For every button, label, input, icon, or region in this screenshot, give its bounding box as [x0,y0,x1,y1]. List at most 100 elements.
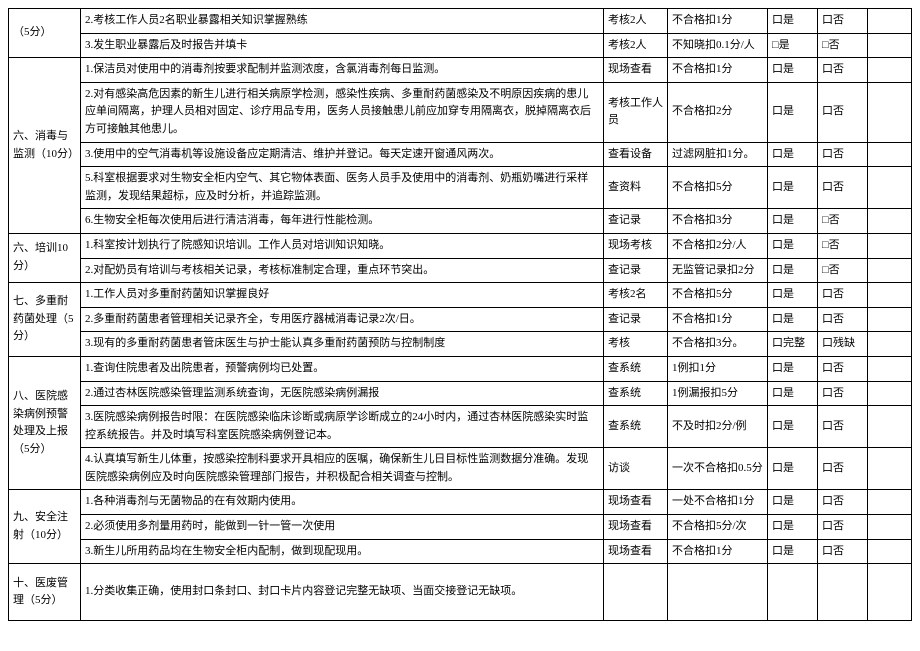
table-row: 2.多重耐药菌患者管理相关记录齐全，专用医疗器械消毒记录2次/日。 查记录 不合… [9,307,912,332]
checkbox-no[interactable]: 口否 [818,142,868,167]
penalty-cell: 不合格扣3分 [668,209,768,234]
checkbox-no[interactable]: 口否 [818,406,868,448]
content-cell: 3.新生儿所用药品均在生物安全柜内配制，做到现配现用。 [81,539,604,564]
checkbox-yes[interactable]: 口是 [768,209,818,234]
checkbox-incomplete[interactable]: 口残缺 [818,332,868,357]
checkbox-yes[interactable]: 口是 [768,515,818,540]
method-cell: 考核2人 [604,9,668,34]
extra-cell [868,283,912,308]
penalty-cell: 1例漏报扣5分 [668,381,768,406]
section-label: 八、医院感染病例预警处理及上报（5分） [9,356,81,490]
content-cell: 3.医院感染病例报告时限：在医院感染临床诊断或病原学诊断成立的24小时内，通过杏… [81,406,604,448]
checkbox-no[interactable]: 口否 [818,283,868,308]
content-cell: 2.对配奶员有培训与考核相关记录，考核标准制定合理，重点环节突出。 [81,258,604,283]
checkbox-no[interactable]: 口否 [818,448,868,490]
method-cell: 查记录 [604,258,668,283]
checkbox-yes[interactable]: 口是 [768,82,818,142]
checkbox-no[interactable]: □否 [818,209,868,234]
extra-cell [868,9,912,34]
checkbox-yes[interactable]: 口是 [768,539,818,564]
extra-cell [868,142,912,167]
penalty-cell: 不合格扣1分 [668,307,768,332]
checkbox-yes[interactable]: 口是 [768,258,818,283]
content-cell: 1.查询住院患者及出院患者，预警病例均已处置。 [81,356,604,381]
checkbox-no[interactable]: 口否 [818,539,868,564]
checkbox-complete[interactable]: 口完整 [768,332,818,357]
extra-cell [868,33,912,58]
table-row: 3.发生职业暴露后及时报告并填卡 考核2人 不知晓扣0.1分/人 □是 □否 [9,33,912,58]
content-cell: 2.多重耐药菌患者管理相关记录齐全，专用医疗器械消毒记录2次/日。 [81,307,604,332]
penalty-cell: 过滤网脏扣1分。 [668,142,768,167]
checkbox-yes[interactable]: 口是 [768,58,818,83]
checkbox-yes[interactable]: 口是 [768,490,818,515]
section-label: 六、培训10分） [9,233,81,282]
checkbox-no[interactable]: □否 [818,233,868,258]
checkbox-yes[interactable]: 口是 [768,307,818,332]
penalty-cell: 一次不合格扣0.5分 [668,448,768,490]
section-label: 六、消毒与监测（10分） [9,58,81,234]
checkbox-no[interactable]: 口否 [818,9,868,34]
penalty-cell: 不合格扣1分 [668,539,768,564]
table-row: 八、医院感染病例预警处理及上报（5分） 1.查询住院患者及出院患者，预警病例均已… [9,356,912,381]
content-cell: 5.科室根据要求对生物安全柜内空气、其它物体表面、医务人员手及使用中的消毒剂、奶… [81,167,604,209]
method-cell: 查记录 [604,307,668,332]
penalty-cell: 不合格扣3分。 [668,332,768,357]
content-cell: 1.保洁员对使用中的消毒剂按要求配制并监测浓度，含氯消毒剂每日监测。 [81,58,604,83]
extra-cell [868,307,912,332]
checkbox-yes[interactable]: 口是 [768,381,818,406]
content-cell: 2.对有感染高危因素的新生儿进行相关病原学检测，感染性疾病、多重耐药菌感染及不明… [81,82,604,142]
extra-cell [868,448,912,490]
penalty-cell: 不合格扣1分 [668,58,768,83]
checkbox-no[interactable]: 口否 [818,490,868,515]
penalty-cell: 不合格扣2分 [668,82,768,142]
method-cell: 现场查看 [604,539,668,564]
checkbox-yes[interactable]: □是 [768,33,818,58]
table-row: 2.通过杏林医院感染管理监测系统查询，无医院感染病例漏报 查系统 1例漏报扣5分… [9,381,912,406]
table-row: 六、培训10分） 1.科室按计划执行了院感知识培训。工作人员对培训知识知晓。 现… [9,233,912,258]
checkbox-no[interactable]: 口否 [818,167,868,209]
penalty-cell: 不合格扣5分 [668,283,768,308]
penalty-cell: 不合格扣5分/次 [668,515,768,540]
checkbox-yes[interactable]: 口是 [768,142,818,167]
extra-cell [868,233,912,258]
content-cell: 6.生物安全柜每次使用后进行清洁消毒，每年进行性能检测。 [81,209,604,234]
extra-cell [868,539,912,564]
checkbox-yes[interactable]: 口是 [768,406,818,448]
section-label: 七、多重耐药菌处理（5分） [9,283,81,357]
extra-cell [868,381,912,406]
extra-cell [868,167,912,209]
checkbox-no[interactable]: 口否 [818,307,868,332]
checkbox-yes[interactable]: 口是 [768,283,818,308]
checkbox-no[interactable]: □否 [818,33,868,58]
penalty-cell: 不及时扣2分/例 [668,406,768,448]
penalty-cell: 不合格扣5分 [668,167,768,209]
checkbox-no[interactable]: 口否 [818,58,868,83]
checkbox-yes[interactable]: 口是 [768,356,818,381]
content-cell: 4.认真填写新生儿体重，按感染控制科要求开具相应的医嘱，确保新生儿日目标性监测数… [81,448,604,490]
content-cell: 3.现有的多重耐药菌患者管床医生与护士能认真多重耐药菌预防与控制制度 [81,332,604,357]
checkbox-no[interactable]: 口否 [818,381,868,406]
penalty-cell: 无监管记录扣2分 [668,258,768,283]
checkbox-yes[interactable]: 口是 [768,233,818,258]
content-cell: 1.各种消毒剂与无菌物品的在有效期内使用。 [81,490,604,515]
table-row: 3.现有的多重耐药菌患者管床医生与护士能认真多重耐药菌预防与控制制度 考核 不合… [9,332,912,357]
checkbox-no[interactable]: 口否 [818,82,868,142]
table-row: （5分） 2.考核工作人员2名职业暴露相关知识掌握熟练 考核2人 不合格扣1分 … [9,9,912,34]
section-label: （5分） [9,9,81,58]
table-row: 六、消毒与监测（10分） 1.保洁员对使用中的消毒剂按要求配制并监测浓度，含氯消… [9,58,912,83]
checkbox-yes[interactable]: 口是 [768,9,818,34]
checkbox-no[interactable]: 口否 [818,515,868,540]
table-row: 4.认真填写新生儿体重，按感染控制科要求开具相应的医嘱，确保新生儿日目标性监测数… [9,448,912,490]
penalty-cell: 不合格扣1分 [668,9,768,34]
checkbox-no[interactable]: 口否 [818,356,868,381]
table-row: 6.生物安全柜每次使用后进行清洁消毒，每年进行性能检测。 查记录 不合格扣3分 … [9,209,912,234]
method-cell: 现场查看 [604,515,668,540]
checkbox-yes[interactable]: 口是 [768,167,818,209]
extra-cell [868,406,912,448]
checkbox-yes[interactable]: 口是 [768,448,818,490]
checkbox-no[interactable]: □否 [818,258,868,283]
method-cell: 考核2人 [604,33,668,58]
table-row: 九、安全注射（10分） 1.各种消毒剂与无菌物品的在有效期内使用。 现场查看 一… [9,490,912,515]
extra-cell [868,564,912,621]
method-cell: 现场考核 [604,233,668,258]
